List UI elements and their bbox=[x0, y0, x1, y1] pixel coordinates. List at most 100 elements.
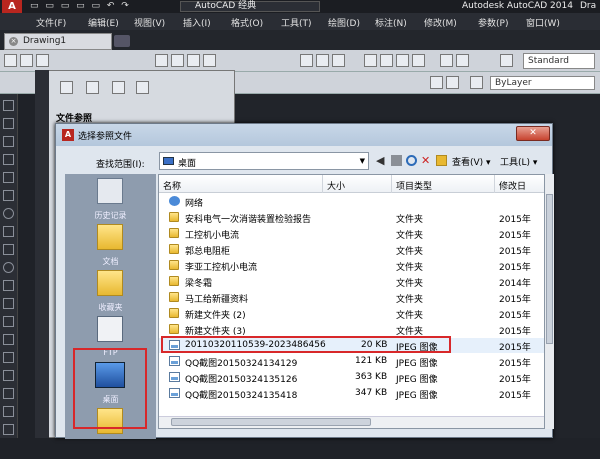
up-folder-icon[interactable] bbox=[391, 155, 402, 166]
column-divider[interactable] bbox=[322, 175, 323, 193]
menu-edit[interactable]: 编辑(E) bbox=[88, 16, 119, 29]
hatch-icon[interactable] bbox=[3, 352, 14, 363]
menu-parameters[interactable]: 参数(P) bbox=[478, 16, 508, 29]
ellipse-icon[interactable] bbox=[3, 262, 14, 273]
zoom-window-icon[interactable] bbox=[332, 54, 345, 67]
column-divider[interactable] bbox=[391, 175, 392, 193]
table-icon[interactable] bbox=[3, 406, 14, 417]
layer-properties-icon[interactable] bbox=[430, 76, 443, 89]
close-button[interactable]: ✕ bbox=[516, 126, 550, 141]
menu-file[interactable]: 文件(F) bbox=[36, 16, 66, 29]
gradient-icon[interactable] bbox=[3, 370, 14, 381]
list-item[interactable]: 工控机小电流 文件夹 2015年 bbox=[159, 226, 544, 241]
list-item[interactable]: 新建文件夹 (3) 文件夹 2015年 bbox=[159, 322, 544, 337]
menu-insert[interactable]: 插入(I) bbox=[183, 16, 211, 29]
multiline-text-icon[interactable] bbox=[3, 424, 14, 435]
history-icon bbox=[97, 178, 123, 204]
vertical-scroll-thumb[interactable] bbox=[546, 194, 553, 344]
sheet-set-icon[interactable] bbox=[412, 54, 425, 67]
file-date: 2015年 bbox=[499, 391, 531, 401]
col-modified[interactable]: 修改日 bbox=[499, 179, 526, 192]
list-item[interactable]: 李亚工控机小电流 文件夹 2015年 bbox=[159, 258, 544, 273]
menu-draw[interactable]: 绘图(D) bbox=[328, 16, 360, 29]
polygon-icon[interactable] bbox=[3, 154, 14, 165]
list-item[interactable]: 新建文件夹 (2) 文件夹 2015年 bbox=[159, 306, 544, 321]
text-style-icon[interactable] bbox=[500, 54, 513, 67]
palette-title-strip[interactable] bbox=[35, 70, 49, 438]
attach-icon[interactable] bbox=[60, 81, 73, 94]
quick-access-toolbar[interactable]: ▭ ▭ ▭ ▭ ▭ ↶ ↷ bbox=[30, 1, 131, 11]
lookin-dropdown[interactable]: 桌面 ▼ bbox=[159, 152, 369, 170]
make-current-icon[interactable] bbox=[446, 76, 459, 89]
color-icon[interactable] bbox=[470, 76, 483, 89]
point-icon[interactable] bbox=[3, 334, 14, 345]
line-icon[interactable] bbox=[3, 100, 14, 111]
list-item[interactable]: 马工给新疆资料 文件夹 2015年 bbox=[159, 290, 544, 305]
list-item[interactable]: QQ截图20150324134129 121 KB JPEG 图像 2015年 bbox=[159, 354, 544, 369]
horizontal-scroll-thumb[interactable] bbox=[171, 418, 371, 426]
properties-icon[interactable] bbox=[364, 54, 377, 67]
list-item[interactable]: 网络 bbox=[159, 194, 544, 209]
polyline-icon[interactable] bbox=[3, 136, 14, 147]
menu-modify[interactable]: 修改(M) bbox=[424, 16, 457, 29]
new-folder-icon[interactable] bbox=[436, 155, 447, 166]
make-block-icon[interactable] bbox=[3, 316, 14, 327]
zoom-realtime-icon[interactable] bbox=[316, 54, 329, 67]
new-icon[interactable] bbox=[4, 54, 17, 67]
menu-view[interactable]: 视图(V) bbox=[134, 16, 165, 29]
circle-icon[interactable] bbox=[3, 208, 14, 219]
refresh-icon[interactable] bbox=[86, 81, 99, 94]
list-item[interactable]: QQ截图20150324135418 347 KB JPEG 图像 2015年 bbox=[159, 386, 544, 401]
paste-icon[interactable] bbox=[187, 54, 200, 67]
new-tab-button[interactable] bbox=[114, 35, 130, 47]
dialog-title-bar[interactable]: A 选择参照文件 ✕ bbox=[56, 124, 552, 146]
menu-dimension[interactable]: 标注(N) bbox=[375, 16, 407, 29]
insert-block-icon[interactable] bbox=[3, 298, 14, 309]
list-item[interactable]: 安科电气一次消谐装置检验报告 文件夹 2015年 bbox=[159, 210, 544, 225]
close-tab-icon[interactable]: × bbox=[9, 37, 18, 46]
save-icon[interactable] bbox=[36, 54, 49, 67]
column-divider[interactable] bbox=[494, 175, 495, 193]
palette-help-icon[interactable] bbox=[136, 81, 149, 94]
help-icon[interactable] bbox=[456, 54, 469, 67]
workspace-dropdown[interactable]: AutoCAD 经典 bbox=[180, 1, 320, 12]
calculator-icon[interactable] bbox=[440, 54, 453, 67]
col-type[interactable]: 项目类型 bbox=[396, 179, 432, 192]
copy-icon[interactable] bbox=[171, 54, 184, 67]
rectangle-icon[interactable] bbox=[3, 172, 14, 183]
menu-window[interactable]: 窗口(W) bbox=[526, 16, 560, 29]
cut-icon[interactable] bbox=[155, 54, 168, 67]
arc-icon[interactable] bbox=[3, 190, 14, 201]
pan-icon[interactable] bbox=[300, 54, 313, 67]
back-icon[interactable]: ◀ bbox=[376, 155, 387, 166]
change-path-icon[interactable] bbox=[112, 81, 125, 94]
list-item[interactable]: 梁冬霜 文件夹 2014年 bbox=[159, 274, 544, 289]
col-name[interactable]: 名称 bbox=[163, 179, 181, 192]
spline-icon[interactable] bbox=[3, 244, 14, 255]
color-dropdown[interactable]: ByLayer bbox=[490, 76, 595, 90]
desktop-highlight-box bbox=[73, 348, 147, 429]
autocad-logo-icon[interactable]: A bbox=[2, 0, 22, 13]
list-item[interactable]: QQ截图20150324135126 363 KB JPEG 图像 2015年 bbox=[159, 370, 544, 385]
delete-icon[interactable]: ✕ bbox=[421, 155, 432, 166]
open-icon[interactable] bbox=[20, 54, 33, 67]
menu-tools[interactable]: 工具(T) bbox=[281, 16, 312, 29]
tools-menu-button[interactable]: 工具(L) ▾ bbox=[500, 155, 537, 168]
text-style-dropdown[interactable]: Standard bbox=[523, 53, 595, 69]
tool-palettes-icon[interactable] bbox=[396, 54, 409, 67]
design-center-icon[interactable] bbox=[380, 54, 393, 67]
search-web-icon[interactable] bbox=[406, 155, 417, 166]
file-size: 121 KB bbox=[355, 356, 388, 366]
file-type: 文件夹 bbox=[396, 231, 424, 241]
ellipse-arc-icon[interactable] bbox=[3, 280, 14, 291]
view-menu-button[interactable]: 查看(V) ▾ bbox=[452, 155, 491, 168]
menu-format[interactable]: 格式(O) bbox=[231, 16, 263, 29]
match-properties-icon[interactable] bbox=[203, 54, 216, 67]
construction-line-icon[interactable] bbox=[3, 118, 14, 129]
tab-drawing1[interactable]: × Drawing1 bbox=[4, 33, 112, 50]
list-item[interactable]: 郭总电阻柜 文件夹 2015年 bbox=[159, 242, 544, 257]
folder-icon bbox=[169, 276, 179, 286]
revision-cloud-icon[interactable] bbox=[3, 226, 14, 237]
region-icon[interactable] bbox=[3, 388, 14, 399]
col-size[interactable]: 大小 bbox=[327, 179, 345, 192]
